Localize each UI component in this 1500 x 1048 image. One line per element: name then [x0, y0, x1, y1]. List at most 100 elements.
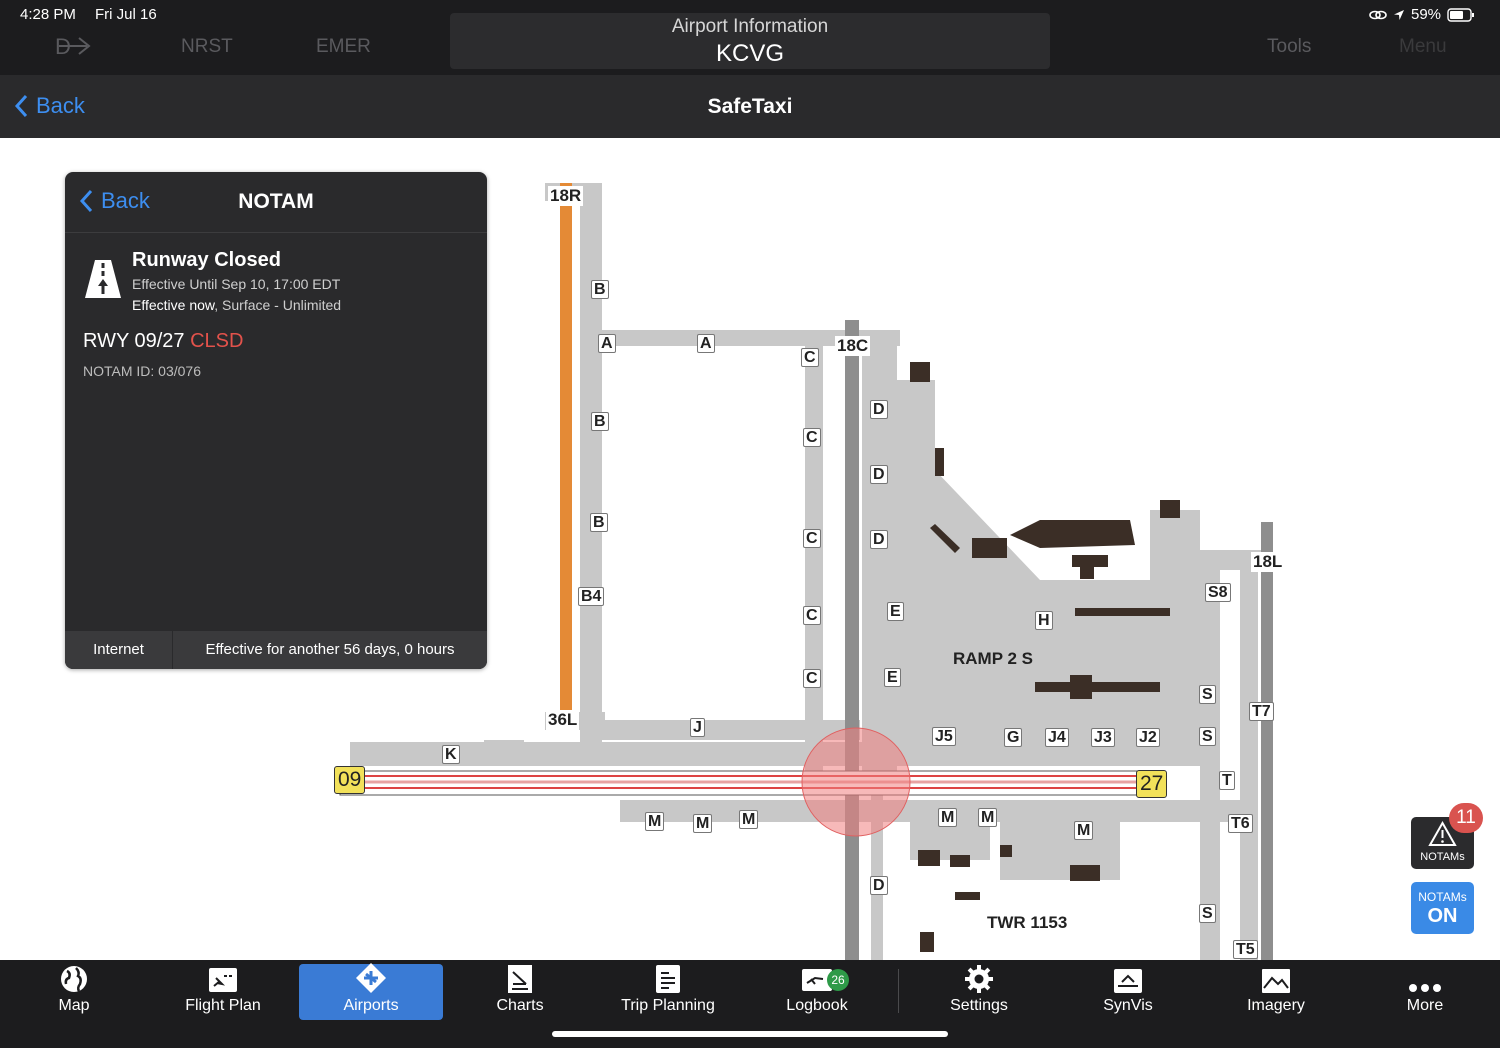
tab-logbook[interactable]: Logbook 26 [745, 964, 889, 1020]
tab-label: More [1406, 997, 1444, 1014]
taxiway-label: M [938, 808, 958, 827]
taxiway-label: K [442, 745, 460, 764]
runway-18C [845, 320, 859, 960]
tab-label: Charts [496, 997, 544, 1014]
runway-id: RWY 09/27 [83, 330, 185, 352]
taxiway-label: C [803, 669, 821, 688]
tab-label: SynVis [1103, 997, 1153, 1014]
taxiway-label: A [697, 334, 715, 353]
taxiway-label: T7 [1249, 702, 1274, 721]
nav-menu[interactable]: Menu [1399, 36, 1447, 58]
taxiway-label: B [591, 280, 609, 299]
taxiway-label: J3 [1091, 728, 1115, 747]
tab-label: Airports [343, 997, 399, 1014]
taxiway-label: S8 [1205, 583, 1231, 602]
taxiway-label: E [887, 602, 904, 621]
trip-planning-icon [656, 965, 680, 993]
effective-now-label: Effective now [132, 297, 215, 313]
status-date: Fri Jul 16 [95, 6, 157, 23]
notam-effective-now: Effective now, Surface - Unlimited [132, 297, 341, 313]
taxiway-label: J4 [1045, 728, 1069, 747]
notam-footer: Internet Effective for another 56 days, … [65, 631, 487, 669]
taxiway-label: B [591, 412, 609, 431]
taxiway-label: C [801, 348, 819, 367]
ramp-label: RAMP 2 S [953, 649, 1033, 668]
effective-now-rest: , Surface - Unlimited [214, 297, 342, 313]
runway-label-09[interactable]: 09 [334, 766, 366, 794]
tab-label: Settings [950, 997, 1008, 1014]
runway-label-18C: 18C [835, 336, 871, 356]
tab-label: Imagery [1247, 997, 1305, 1014]
tab-charts[interactable]: Charts [448, 964, 592, 1020]
tab-airports[interactable]: Airports [299, 963, 443, 1020]
synvis-icon [1114, 969, 1142, 993]
taxiway-label: H [1035, 611, 1053, 630]
notam-panel: Back NOTAM Runway Closed Effective Until… [65, 172, 487, 669]
taxiway-label: S [1199, 727, 1216, 746]
tab-settings[interactable]: Settings [907, 964, 1051, 1020]
tab-imagery[interactable]: Imagery [1204, 964, 1348, 1020]
runway-18R-36L [560, 183, 572, 713]
nav-emer[interactable]: EMER [316, 36, 371, 58]
tab-more[interactable]: More [1353, 964, 1497, 1020]
nav-nrst[interactable]: NRST [181, 36, 233, 58]
tab-flight-plan[interactable]: Flight Plan [151, 964, 295, 1020]
taxiway-label: C [803, 606, 821, 625]
notam-duration: Effective for another 56 days, 0 hours [205, 641, 455, 658]
notam-title: NOTAM [238, 190, 314, 213]
nav-tools[interactable]: Tools [1267, 36, 1311, 58]
top-bar: 4:28 PM Fri Jul 16 59% D NRST EMER Airpo… [0, 0, 1500, 75]
notams-toggle[interactable]: NOTAMs ON [1411, 882, 1474, 934]
taxiway-label: D [870, 530, 888, 549]
tab-trip-planning[interactable]: Trip Planning [596, 964, 740, 1020]
safetaxi-map[interactable]: 18R 36L 18C 18L 09 27 RAMP 2 S TWR 1153 … [0, 138, 1500, 960]
taxiway-label: M [645, 812, 665, 831]
taxiway-label: T5 [1233, 940, 1258, 959]
airport-title-box[interactable]: Airport Information KCVG [450, 13, 1050, 69]
taxiway-label: B4 [578, 587, 605, 606]
runway-label-36L: 36L [546, 710, 580, 730]
charts-icon [508, 965, 532, 993]
globe-icon [61, 966, 87, 992]
taxiway-label: B [590, 513, 608, 532]
runway-label-27[interactable]: 27 [1136, 770, 1168, 798]
taxiway-label: J5 [932, 727, 956, 746]
taxiway-label: M [1074, 821, 1094, 840]
taxiway-label: D [870, 465, 888, 484]
tab-label: Flight Plan [185, 997, 261, 1014]
taxiway-label: T6 [1228, 814, 1253, 833]
status-time: 4:28 PM [20, 6, 76, 23]
taxiway-label: J2 [1136, 728, 1160, 747]
notam-id: NOTAM ID: 03/076 [83, 363, 202, 379]
taxiway-label: D [870, 876, 888, 895]
logbook-badge: 26 [827, 969, 849, 991]
taxiway-label: S [1199, 904, 1216, 923]
battery-icon [1447, 7, 1475, 22]
runway-closed-icon [85, 260, 121, 298]
tab-label: Logbook [786, 997, 848, 1014]
notams-count-badge: 11 [1449, 803, 1483, 833]
title-small: Airport Information [671, 16, 829, 37]
title-large: KCVG [715, 40, 784, 67]
notams-button[interactable]: NOTAMs 11 [1411, 803, 1483, 869]
taxiway-label: D [870, 400, 888, 419]
tab-separator [898, 969, 899, 1013]
tab-bar: Map Flight Plan Airports Charts Trip Pla… [0, 960, 1500, 1048]
link-icon [1369, 10, 1387, 19]
sub-nav-bar: Back SafeTaxi [0, 75, 1500, 138]
taxiway-pavement [350, 183, 1270, 960]
battery-percent: 59% [1411, 6, 1442, 23]
taxiway-label: C [803, 428, 821, 447]
tab-label: Map [58, 997, 90, 1014]
notam-source: Internet [65, 631, 173, 669]
page-title: SafeTaxi [707, 95, 793, 118]
taxiway-label: G [1004, 728, 1023, 747]
direct-to-icon[interactable]: D [53, 34, 93, 64]
notam-runway: RWY 09/27 CLSD [83, 330, 243, 353]
notams-toggle-label: NOTAMs [1418, 890, 1467, 904]
gear-icon [965, 965, 993, 993]
tab-synvis[interactable]: SynVis [1056, 964, 1200, 1020]
tab-map[interactable]: Map [2, 964, 146, 1020]
notams-label: NOTAMs [1420, 851, 1465, 863]
taxiway-label: A [598, 334, 616, 353]
